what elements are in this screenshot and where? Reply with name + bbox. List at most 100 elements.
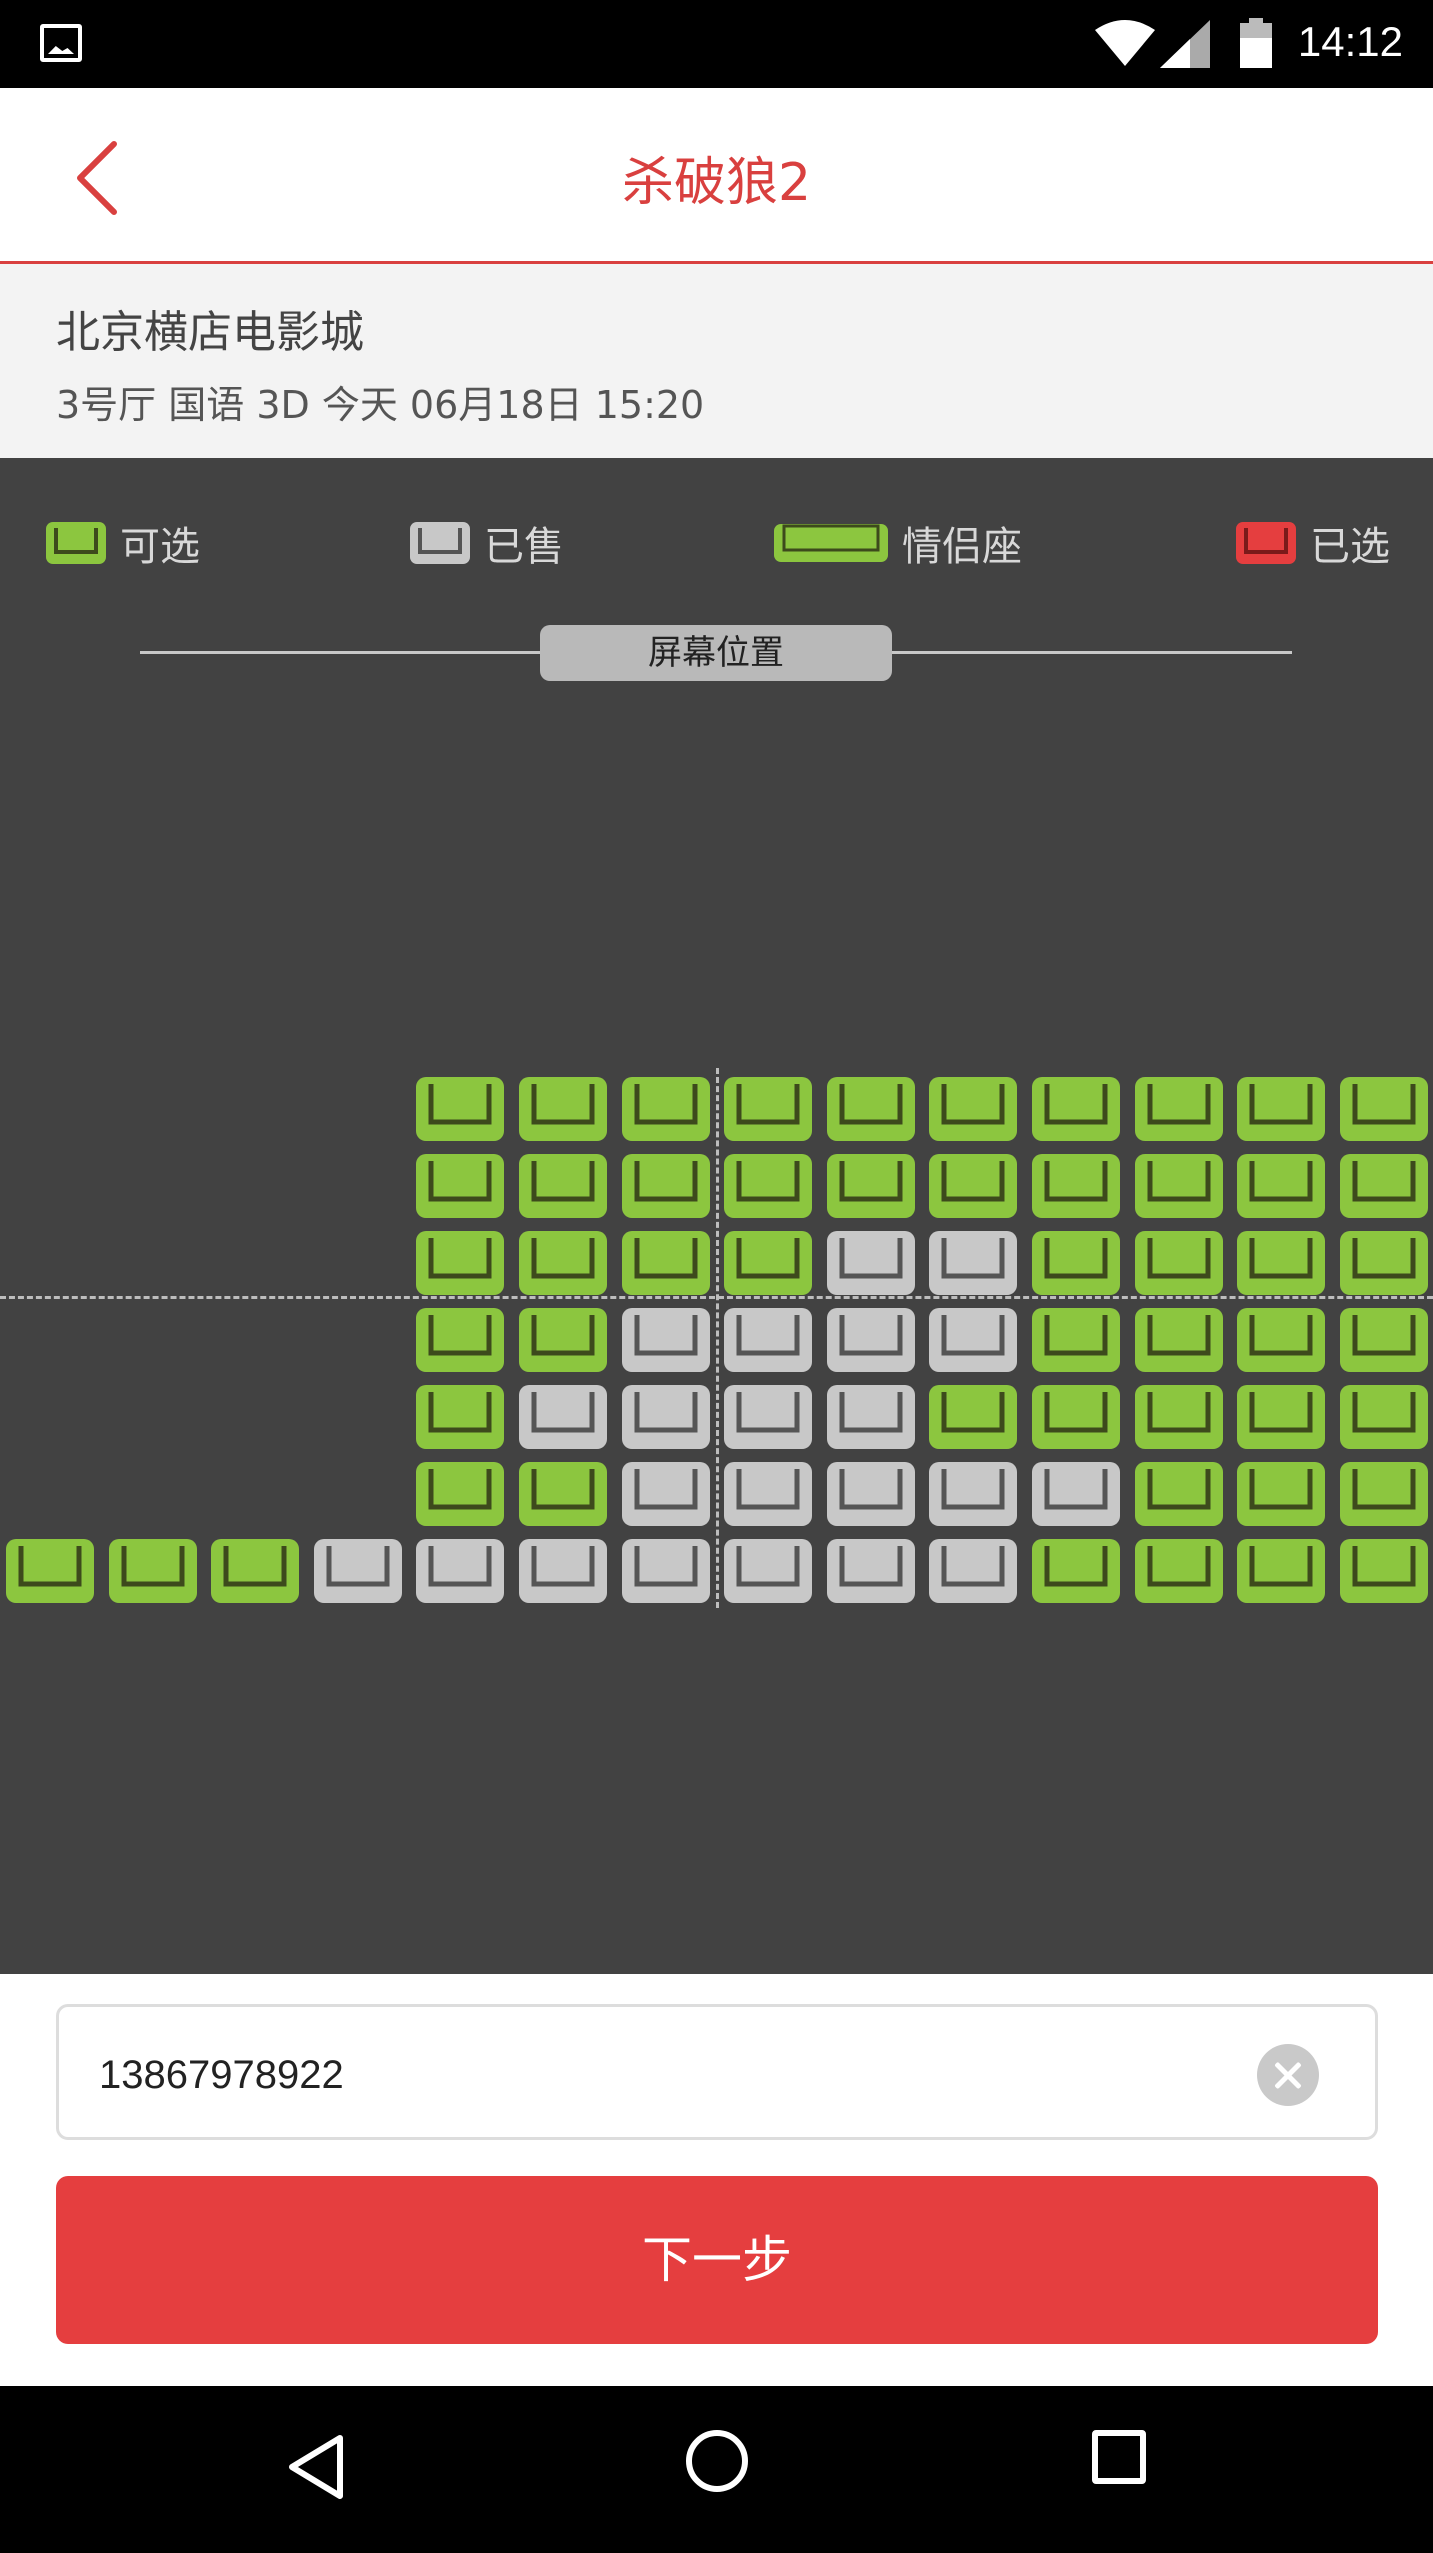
seat-available[interactable] <box>415 1384 505 1450</box>
seat-available[interactable] <box>210 1538 300 1604</box>
seat-available[interactable] <box>928 1076 1018 1142</box>
seat-available[interactable] <box>1031 1384 1121 1450</box>
seat-available[interactable] <box>5 1538 95 1604</box>
seat-available[interactable] <box>621 1153 711 1219</box>
status-bar: 14:12 <box>0 0 1433 88</box>
wifi-icon <box>1095 20 1155 66</box>
seat-available[interactable] <box>518 1461 608 1527</box>
seat-available[interactable] <box>415 1307 505 1373</box>
nav-home-icon[interactable] <box>686 2430 748 2492</box>
seat-sold <box>928 1230 1018 1296</box>
seat-sold <box>415 1538 505 1604</box>
seat-available[interactable] <box>518 1307 608 1373</box>
seat-available[interactable] <box>415 1461 505 1527</box>
seat-available[interactable] <box>1134 1307 1224 1373</box>
seat-sold <box>928 1307 1018 1373</box>
seat-sold <box>826 1538 916 1604</box>
seat-available[interactable] <box>723 1230 813 1296</box>
seat-available[interactable] <box>1031 1230 1121 1296</box>
seat-available[interactable] <box>723 1076 813 1142</box>
seat-sold <box>621 1461 711 1527</box>
seat-available[interactable] <box>518 1230 608 1296</box>
seat-available[interactable] <box>1236 1076 1326 1142</box>
seat-sold <box>928 1461 1018 1527</box>
seat-available[interactable] <box>826 1153 916 1219</box>
seat-sold <box>723 1307 813 1373</box>
seat-sold <box>723 1538 813 1604</box>
nav-recents-icon[interactable] <box>1092 2430 1146 2484</box>
seat-available[interactable] <box>1339 1230 1429 1296</box>
seat-available[interactable] <box>928 1153 1018 1219</box>
seat-available[interactable] <box>1031 1538 1121 1604</box>
seat-available[interactable] <box>415 1153 505 1219</box>
seat-available[interactable] <box>723 1153 813 1219</box>
seat-sold <box>313 1538 403 1604</box>
nav-back-icon[interactable] <box>286 2432 346 2502</box>
session-info: 3号厅 国语 3D 今天 06月18日 15:20 <box>56 383 705 427</box>
seat-available[interactable] <box>1236 1153 1326 1219</box>
seat-available[interactable] <box>1339 1538 1429 1604</box>
screen-line-left <box>140 651 540 654</box>
seat-available[interactable] <box>518 1153 608 1219</box>
seat-available[interactable] <box>1134 1153 1224 1219</box>
center-horizontal-guide <box>0 1296 1433 1299</box>
android-nav-bar <box>0 2386 1433 2553</box>
seat-available[interactable] <box>621 1230 711 1296</box>
seat-sold <box>621 1538 711 1604</box>
seat-sold <box>723 1461 813 1527</box>
screen-position-label: 屏幕位置 <box>540 625 892 681</box>
seat-sold <box>826 1461 916 1527</box>
seat-available[interactable] <box>621 1076 711 1142</box>
seat-available[interactable] <box>1339 1307 1429 1373</box>
seat-sold <box>826 1384 916 1450</box>
seat-available[interactable] <box>928 1384 1018 1450</box>
clear-input-icon[interactable] <box>1257 2044 1319 2106</box>
phone-field[interactable] <box>56 2004 1378 2140</box>
sold-seat-icon <box>410 522 470 564</box>
seat-available[interactable] <box>1031 1076 1121 1142</box>
seat-available[interactable] <box>415 1076 505 1142</box>
seat-available[interactable] <box>415 1230 505 1296</box>
legend-selected: 已选 <box>1234 514 1390 572</box>
next-step-button[interactable]: 下一步 <box>56 2176 1378 2344</box>
seat-sold <box>518 1538 608 1604</box>
seat-available[interactable] <box>1134 1230 1224 1296</box>
cinema-info: 北京横店电影城 3号厅 国语 3D 今天 06月18日 15:20 <box>0 264 1433 458</box>
seat-available[interactable] <box>1236 1461 1326 1527</box>
seat-available[interactable] <box>108 1538 198 1604</box>
screen-line-right <box>892 651 1292 654</box>
image-notification-icon <box>40 24 82 62</box>
seat-sold <box>826 1307 916 1373</box>
battery-icon <box>1240 18 1272 68</box>
seat-available[interactable] <box>1031 1153 1121 1219</box>
seat-available[interactable] <box>1134 1461 1224 1527</box>
seat-available[interactable] <box>518 1076 608 1142</box>
seat-available[interactable] <box>1339 1153 1429 1219</box>
legend-couple: 情侣座 <box>772 514 1022 572</box>
legend-available: 可选 <box>44 514 200 572</box>
seat-available[interactable] <box>1134 1384 1224 1450</box>
seat-available[interactable] <box>1236 1538 1326 1604</box>
seat-sold <box>826 1230 916 1296</box>
page-title: 杀破狼2 <box>621 153 812 213</box>
center-vertical-guide <box>716 1068 719 1608</box>
seat-available[interactable] <box>1339 1384 1429 1450</box>
seat-map[interactable]: 可选 已售 情侣座 已选 屏幕位置 <box>0 458 1433 1974</box>
seat-sold <box>723 1384 813 1450</box>
seat-sold <box>1031 1461 1121 1527</box>
seat-available[interactable] <box>1339 1461 1429 1527</box>
available-seat-icon <box>46 522 106 564</box>
seat-available[interactable] <box>1134 1076 1224 1142</box>
seat-available[interactable] <box>1031 1307 1121 1373</box>
seat-available[interactable] <box>1236 1307 1326 1373</box>
seat-available[interactable] <box>1339 1076 1429 1142</box>
status-time: 14:12 <box>1297 18 1403 65</box>
seat-available[interactable] <box>826 1076 916 1142</box>
seat-available[interactable] <box>1134 1538 1224 1604</box>
app-header: 杀破狼2 <box>0 88 1433 264</box>
phone-input[interactable] <box>99 2037 1199 2113</box>
seat-available[interactable] <box>1236 1230 1326 1296</box>
seat-sold <box>518 1384 608 1450</box>
legend-sold: 已售 <box>408 514 564 572</box>
seat-available[interactable] <box>1236 1384 1326 1450</box>
